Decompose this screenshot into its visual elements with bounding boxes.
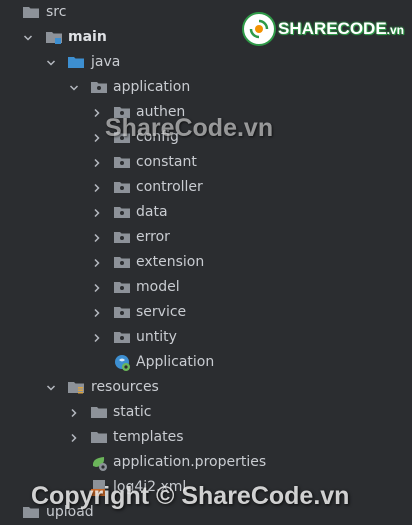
tree-label: model (136, 279, 180, 295)
tree-label: application.properties (113, 454, 267, 470)
tree-row-java[interactable]: java (0, 50, 412, 75)
package-icon (113, 329, 131, 345)
package-icon (90, 79, 108, 95)
chevron-right-icon[interactable] (92, 133, 102, 143)
tree-label: extension (136, 254, 205, 270)
tree-row-package[interactable]: config (0, 125, 412, 150)
tree-row-package[interactable]: controller (0, 175, 412, 200)
folder-icon (22, 504, 40, 520)
module-folder-icon (45, 29, 63, 45)
tree-row-templates[interactable]: templates (0, 425, 412, 450)
logo-main-text: SHARECODE (278, 19, 387, 38)
project-tree: src main java application authen config … (0, 0, 412, 525)
sharecode-logo-icon (242, 12, 277, 46)
tree-label: service (136, 304, 187, 320)
chevron-down-icon[interactable] (69, 83, 79, 93)
folder-icon (22, 4, 40, 20)
resources-folder-icon (67, 379, 85, 395)
chevron-right-icon[interactable] (92, 208, 102, 218)
tree-row-package[interactable]: authen (0, 100, 412, 125)
chevron-right-icon[interactable] (92, 283, 102, 293)
tree-row-package[interactable]: data (0, 200, 412, 225)
chevron-right-icon[interactable] (92, 108, 102, 118)
chevron-right-icon[interactable] (69, 433, 79, 443)
tree-label: error (136, 229, 170, 245)
tree-row-package[interactable]: constant (0, 150, 412, 175)
tree-label: src (46, 4, 67, 20)
chevron-right-icon[interactable] (69, 408, 79, 418)
tree-label: authen (136, 104, 186, 120)
package-icon (113, 304, 131, 320)
package-icon (113, 229, 131, 245)
tree-row-package[interactable]: model (0, 275, 412, 300)
tree-label: untity (136, 329, 177, 345)
chevron-down-icon[interactable] (46, 58, 56, 68)
chevron-right-icon[interactable] (92, 183, 102, 193)
sharecode-logo: SHARECODE.vn (242, 12, 404, 46)
tree-label: data (136, 204, 168, 220)
tree-row-application-package[interactable]: application (0, 75, 412, 100)
package-icon (113, 279, 131, 295)
tree-row-package[interactable]: service (0, 300, 412, 325)
tree-label: application (113, 79, 191, 95)
package-icon (113, 129, 131, 145)
tree-row-log4j2[interactable]: log4j2.xml (0, 475, 412, 500)
chevron-down-icon[interactable] (46, 383, 56, 393)
spring-boot-class-icon (113, 354, 131, 371)
tree-label: templates (113, 429, 184, 445)
tree-row-application-class[interactable]: Application (0, 350, 412, 375)
chevron-down-icon[interactable] (23, 33, 33, 43)
package-icon (113, 254, 131, 270)
folder-icon (90, 404, 108, 420)
tree-label: controller (136, 179, 203, 195)
sharecode-logo-text: SHARECODE.vn (278, 19, 404, 39)
chevron-right-icon[interactable] (92, 158, 102, 168)
tree-label: upload (46, 504, 94, 520)
tree-label: log4j2.xml (113, 479, 187, 495)
package-icon (113, 204, 131, 220)
tree-row-package[interactable]: untity (0, 325, 412, 350)
tree-label: main (68, 29, 107, 45)
tree-label: constant (136, 154, 197, 170)
tree-row-upload[interactable]: upload (0, 500, 412, 525)
package-icon (113, 154, 131, 170)
tree-label: config (136, 129, 179, 145)
chevron-right-icon[interactable] (92, 233, 102, 243)
spring-properties-icon (90, 454, 108, 471)
chevron-right-icon[interactable] (92, 333, 102, 343)
chevron-right-icon[interactable] (92, 258, 102, 268)
tree-row-resources[interactable]: resources (0, 375, 412, 400)
tree-label: static (113, 404, 152, 420)
tree-label: resources (91, 379, 159, 395)
tree-row-static[interactable]: static (0, 400, 412, 425)
tree-row-application-properties[interactable]: application.properties (0, 450, 412, 475)
logo-suffix-text: .vn (386, 23, 404, 37)
xml-file-icon (90, 479, 108, 496)
chevron-right-icon[interactable] (92, 308, 102, 318)
tree-label: Application (136, 354, 215, 370)
tree-row-package[interactable]: error (0, 225, 412, 250)
tree-label: java (91, 54, 121, 70)
package-icon (113, 104, 131, 120)
folder-icon (90, 429, 108, 445)
package-icon (113, 179, 131, 195)
tree-row-package[interactable]: extension (0, 250, 412, 275)
source-folder-icon (67, 54, 85, 70)
